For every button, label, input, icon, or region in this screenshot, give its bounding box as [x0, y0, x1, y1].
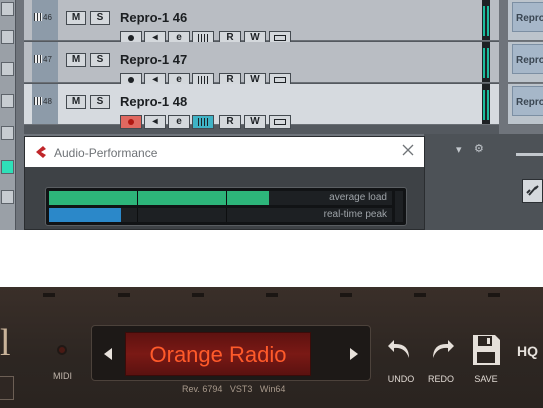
tool-button-3[interactable] — [1, 62, 14, 76]
write-button[interactable]: W — [244, 115, 266, 129]
side-button[interactable] — [0, 376, 14, 400]
save-button[interactable]: SAVE — [470, 334, 502, 384]
record-icon — [128, 119, 134, 125]
track-level-meter — [482, 42, 490, 82]
keyboard-icon — [198, 34, 208, 42]
track-number-text: 48 — [43, 97, 52, 106]
track-level-meter — [482, 84, 490, 124]
midi-event[interactable]: Repro — [512, 2, 543, 32]
instrument-icon — [34, 55, 42, 63]
mute-button[interactable]: M — [66, 11, 86, 25]
speaker-icon: ◂ — [152, 116, 158, 127]
window-titlebar[interactable]: Audio-Performance — [25, 137, 424, 167]
track-name: Repro-1 47 — [120, 52, 188, 67]
event-lane: Repro — [508, 84, 543, 125]
instrument-icon — [34, 97, 42, 105]
next-preset-arrow-icon[interactable] — [350, 348, 358, 360]
midi-label: MIDI — [53, 371, 72, 381]
link-icon[interactable] — [522, 179, 543, 203]
brand-logo-fragment: l — [0, 322, 11, 364]
dropdown-arrow-icon[interactable]: ▾ — [456, 143, 462, 156]
keyboard-icon — [198, 118, 208, 126]
tool-button-4[interactable] — [1, 94, 14, 108]
monitor-button[interactable]: ◂ — [144, 115, 166, 129]
format-text: VST3 — [229, 384, 253, 394]
track-number-text: 46 — [43, 13, 52, 22]
gear-icon[interactable]: ⚙ — [474, 142, 484, 155]
project-window: 46 M S Repro-1 46 ◂ e R W 47 M S Repro-1… — [0, 0, 543, 230]
zoom-slider[interactable] — [516, 153, 543, 156]
audio-performance-window: Audio-Performance average load real-time… — [24, 136, 425, 230]
midi-event[interactable]: Repro — [512, 86, 543, 116]
solo-button[interactable]: S — [90, 95, 110, 109]
cubase-logo-icon — [34, 145, 48, 164]
track-number: 48 — [34, 97, 52, 106]
tool-button-5[interactable] — [1, 126, 14, 140]
tool-button-6[interactable] — [1, 160, 14, 174]
read-button[interactable]: R — [219, 115, 241, 129]
tool-button-1[interactable] — [1, 2, 14, 16]
previous-preset-arrow-icon[interactable] — [104, 348, 112, 360]
save-label: SAVE — [474, 374, 498, 384]
instrument-icon — [34, 13, 42, 21]
average-load-bar — [49, 191, 269, 205]
instrument-button[interactable] — [192, 115, 214, 129]
midi-led — [57, 345, 67, 355]
average-load-meter: average load — [49, 191, 392, 205]
undo-button[interactable]: UNDO — [385, 334, 417, 384]
track-list: 46 M S Repro-1 46 ◂ e R W 47 M S Repro-1… — [24, 0, 499, 134]
track-row-selected[interactable]: 48 M S Repro-1 48 ◂ e R W — [24, 84, 499, 129]
version-info: Rev. 6794 VST3 Win64 — [182, 384, 285, 394]
redo-icon — [425, 340, 457, 368]
tool-button-2[interactable] — [1, 30, 14, 44]
performance-meter: average load real-time peak — [45, 187, 407, 226]
platform-text: Win64 — [259, 384, 286, 394]
close-icon[interactable] — [401, 143, 415, 157]
track-number: 47 — [34, 55, 52, 64]
realtime-peak-bar — [49, 208, 121, 222]
track-level-meter — [482, 0, 490, 40]
record-icon — [128, 77, 134, 83]
track-name: Repro-1 46 — [120, 10, 188, 25]
average-load-label: average load — [329, 192, 387, 203]
track-name: Repro-1 48 — [120, 94, 188, 109]
solo-button[interactable]: S — [90, 53, 110, 67]
midi-event[interactable]: Repro — [512, 44, 543, 74]
window-gap — [0, 230, 543, 287]
left-toolbar — [0, 0, 16, 230]
edit-button[interactable]: e — [168, 115, 190, 129]
lanes-icon — [274, 119, 286, 125]
revision-text: Rev. 6794 — [182, 384, 223, 394]
window-title: Audio-Performance — [54, 146, 158, 160]
plugin-panel: l MIDI Orange Radio Rev. 6794 VST3 Win64… — [0, 287, 543, 408]
overload-indicator — [395, 191, 403, 222]
undo-label: UNDO — [387, 374, 415, 384]
preset-display[interactable]: Orange Radio — [125, 332, 311, 376]
track-row[interactable]: 47 M S Repro-1 47 ◂ e R W — [24, 42, 499, 87]
solo-button[interactable]: S — [90, 11, 110, 25]
track-number: 46 — [34, 13, 52, 22]
record-icon — [128, 35, 134, 41]
keyboard-icon — [198, 76, 208, 84]
track-number-text: 47 — [43, 55, 52, 64]
event-lane: Repro — [508, 42, 543, 83]
tool-button-7[interactable] — [1, 190, 14, 204]
lanes-button[interactable] — [269, 115, 291, 129]
realtime-peak-meter: real-time peak — [49, 208, 392, 222]
record-enable-button[interactable] — [120, 115, 142, 129]
mute-button[interactable]: M — [66, 53, 86, 67]
redo-label: REDO — [427, 374, 454, 384]
preset-name: Orange Radio — [149, 342, 287, 367]
event-lane: Repro — [508, 0, 543, 41]
realtime-peak-label: real-time peak — [323, 209, 387, 220]
undo-icon — [385, 340, 417, 368]
redo-button[interactable]: REDO — [425, 334, 457, 384]
floppy-disk-icon — [470, 335, 502, 370]
track-row[interactable]: 46 M S Repro-1 46 ◂ e R W — [24, 0, 499, 45]
preset-selector: Orange Radio — [91, 325, 371, 381]
lanes-icon — [274, 77, 286, 83]
hq-label[interactable]: HQ — [517, 343, 538, 359]
mute-button[interactable]: M — [66, 95, 86, 109]
lanes-icon — [274, 35, 286, 41]
